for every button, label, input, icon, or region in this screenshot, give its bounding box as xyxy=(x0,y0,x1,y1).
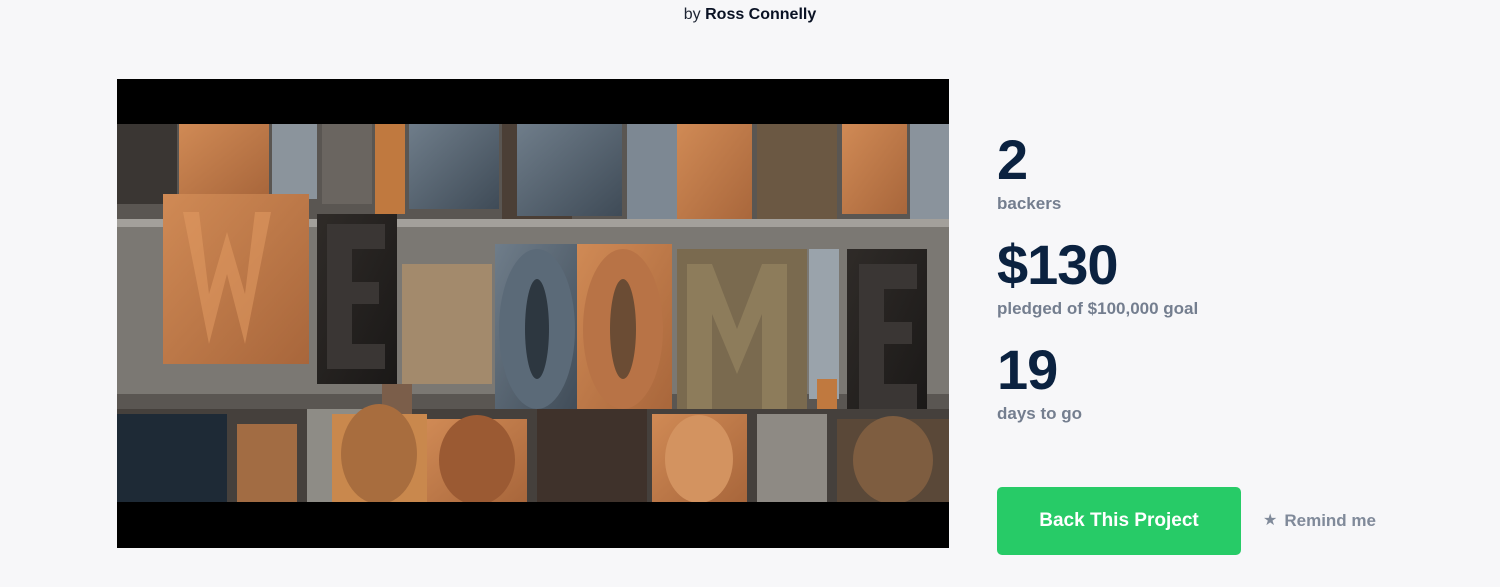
backers-label: backers xyxy=(997,194,1062,213)
pledged-amount: $130 xyxy=(997,233,1119,296)
backers-stat: 2 backers xyxy=(997,130,1061,215)
days-count: 19 xyxy=(997,338,1058,401)
project-video[interactable] xyxy=(117,79,949,548)
author-name[interactable]: Ross Connelly xyxy=(705,6,816,23)
backers-count: 2 xyxy=(997,128,1028,191)
video-thumbnail xyxy=(117,124,949,502)
pledged-stat: $130 pledged of $100,000 goal xyxy=(997,235,1198,320)
pledged-goal-label: pledged of $100,000 goal xyxy=(997,299,1199,318)
star-icon: ★ xyxy=(1263,512,1278,529)
byline-prefix: by xyxy=(683,6,701,23)
days-stat: 19 days to go xyxy=(997,340,1082,425)
remind-me-label: Remind me xyxy=(1284,511,1376,530)
back-this-project-button[interactable]: Back This Project xyxy=(997,487,1241,555)
project-byline: by Ross Connelly xyxy=(0,6,1500,24)
days-label: days to go xyxy=(997,404,1083,423)
remind-me-link[interactable]: ★ Remind me xyxy=(1263,511,1376,531)
